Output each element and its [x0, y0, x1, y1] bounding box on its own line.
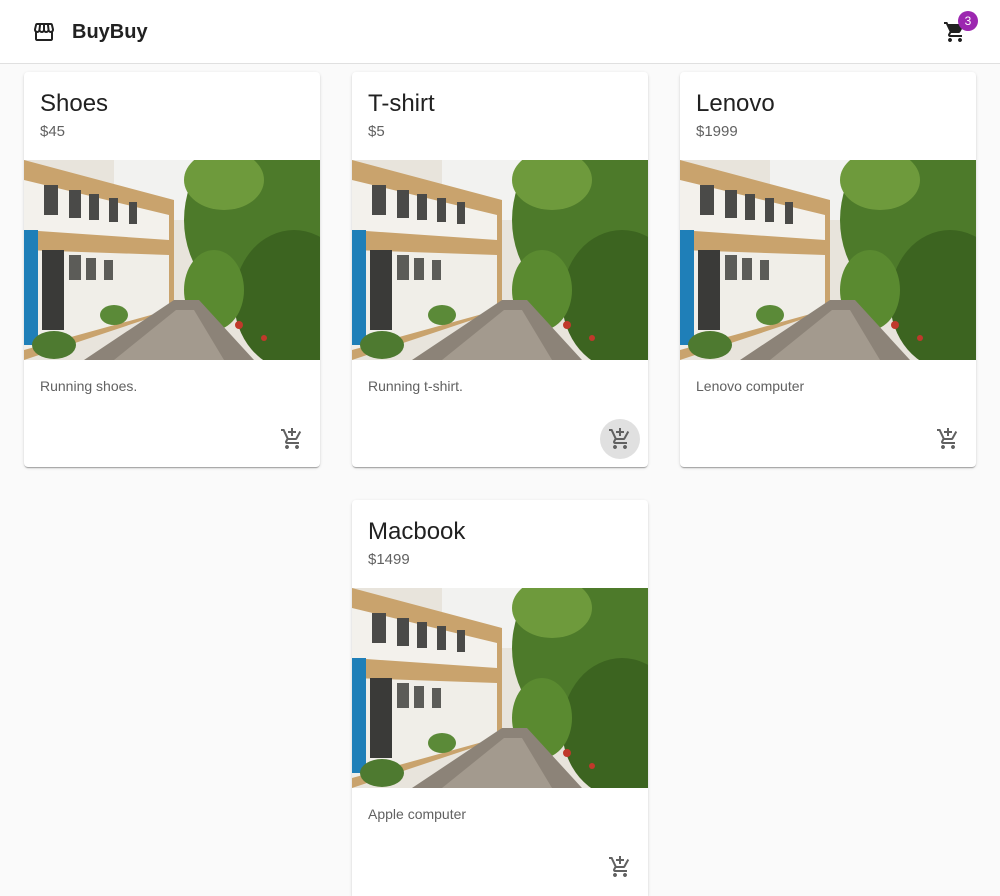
- product-title: Macbook: [368, 518, 466, 545]
- add-to-cart-button[interactable]: [928, 419, 968, 459]
- product-card: Shoes $45 Running shoes.: [24, 72, 320, 467]
- add-to-cart-button[interactable]: [272, 419, 312, 459]
- product-image: [24, 160, 320, 360]
- product-description: Lenovo computer: [696, 378, 805, 394]
- product-title: Lenovo: [696, 90, 775, 117]
- product-title: T-shirt: [368, 90, 435, 117]
- add-to-cart-button[interactable]: [600, 419, 640, 459]
- product-description: Apple computer: [368, 806, 467, 822]
- product-title: Shoes: [40, 90, 109, 117]
- product-price: $5: [368, 123, 385, 140]
- add-to-cart-button[interactable]: [600, 847, 640, 887]
- brand-name[interactable]: BuyBuy: [72, 20, 148, 44]
- add-shopping-cart-icon: [609, 856, 630, 877]
- product-price: $45: [40, 123, 66, 140]
- product-image: [680, 160, 976, 360]
- storefront-icon: [32, 20, 56, 44]
- product-card: Lenovo $1999 Lenovo computer: [680, 72, 976, 467]
- product-price: $1999: [696, 123, 738, 140]
- product-description: Running t-shirt.: [368, 378, 463, 394]
- product-card: T-shirt $5 Running t-shirt.: [352, 72, 648, 467]
- app-bar: BuyBuy 3: [0, 0, 1000, 64]
- add-shopping-cart-icon: [281, 428, 302, 449]
- product-price: $1499: [368, 551, 410, 568]
- add-shopping-cart-icon: [609, 428, 630, 449]
- add-shopping-cart-icon: [937, 428, 958, 449]
- product-description: Running shoes.: [40, 378, 138, 394]
- product-image: [352, 160, 648, 360]
- cart-count-badge: 3: [958, 11, 978, 31]
- product-image: [352, 588, 648, 788]
- cart-button[interactable]: 3: [935, 11, 978, 52]
- product-card: Macbook $1499 Apple computer: [352, 500, 648, 896]
